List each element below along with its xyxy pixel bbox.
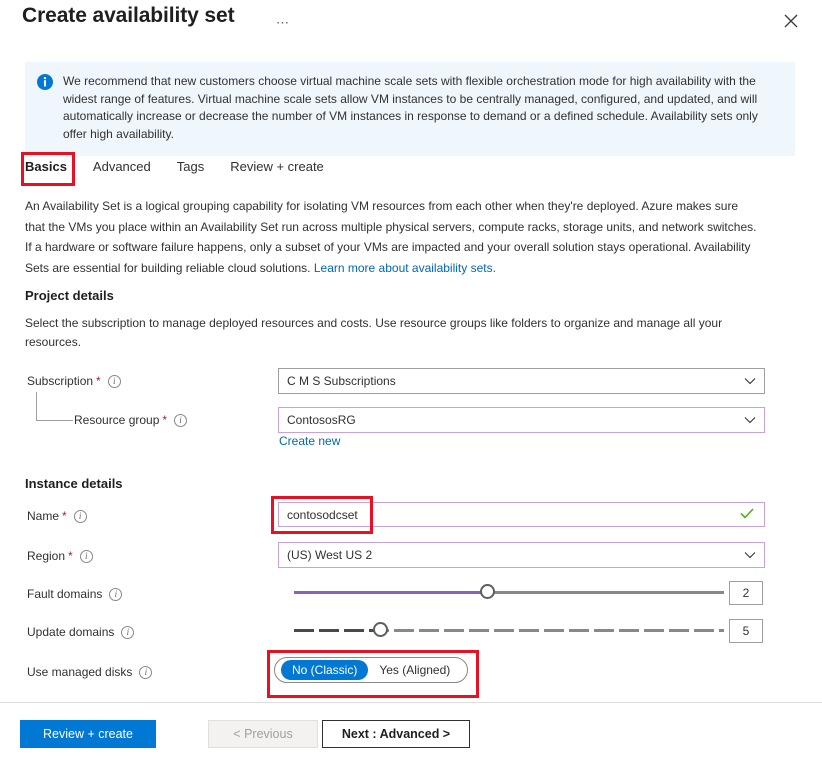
update-domains-value[interactable]: 5 [729, 619, 763, 643]
resource-group-label: Resource group * i [74, 413, 187, 427]
chevron-down-icon [744, 413, 756, 427]
availability-set-description: An Availability Set is a logical groupin… [25, 196, 760, 278]
create-new-resource-group-link[interactable]: Create new [279, 434, 340, 448]
resource-group-required-asterisk: * [162, 413, 167, 427]
subscription-resourcegroup-connector [36, 392, 73, 421]
name-label: Name * i [27, 509, 87, 523]
name-value: contosodcset [287, 508, 358, 522]
fault-domains-label: Fault domains i [27, 587, 122, 601]
create-availability-set-blade: Create availability set ⋯ We recommend t… [0, 0, 822, 778]
resource-group-dropdown[interactable]: ContososRG [278, 407, 765, 433]
project-details-heading: Project details [25, 288, 114, 303]
fault-domains-info-icon[interactable]: i [109, 588, 122, 601]
blade-header: Create availability set ⋯ [0, 0, 822, 48]
resource-group-value: ContososRG [287, 413, 356, 427]
update-domains-label: Update domains i [27, 625, 134, 639]
chevron-down-icon [744, 374, 756, 388]
recommendation-banner: We recommend that new customers choose v… [25, 62, 795, 156]
review-create-button[interactable]: Review + create [20, 720, 156, 748]
region-info-icon[interactable]: i [80, 550, 93, 563]
region-label: Region * i [27, 549, 93, 563]
update-domains-label-text: Update domains [27, 625, 114, 639]
name-input[interactable]: contosodcset [278, 502, 765, 527]
region-dropdown[interactable]: (US) West US 2 [278, 542, 765, 568]
close-icon[interactable] [776, 6, 806, 36]
use-managed-disks-label-text: Use managed disks [27, 665, 132, 679]
name-info-icon[interactable]: i [74, 510, 87, 523]
valid-check-icon [740, 508, 754, 522]
update-domains-info-icon[interactable]: i [121, 626, 134, 639]
info-icon [37, 74, 53, 90]
page-title: Create availability set [22, 4, 234, 28]
slider-fill [294, 591, 488, 594]
fault-domains-value[interactable]: 2 [729, 581, 763, 605]
region-required-asterisk: * [68, 549, 73, 563]
learn-more-link[interactable]: Learn more about availability sets. [314, 261, 496, 275]
fault-domains-label-text: Fault domains [27, 587, 102, 601]
tab-advanced[interactable]: Advanced [80, 157, 164, 180]
tab-basics[interactable]: Basics [25, 157, 80, 180]
name-label-text: Name [27, 509, 59, 523]
subscription-label-text: Subscription [27, 374, 93, 388]
managed-disks-option-no-classic[interactable]: No (Classic) [281, 660, 368, 680]
slider-thumb[interactable] [373, 622, 388, 637]
subscription-label: Subscription * i [27, 374, 121, 388]
subscription-info-icon[interactable]: i [108, 375, 121, 388]
next-advanced-button[interactable]: Next : Advanced > [322, 720, 470, 748]
instance-details-heading: Instance details [25, 476, 123, 491]
project-details-subtitle: Select the subscription to manage deploy… [25, 314, 748, 352]
use-managed-disks-label: Use managed disks i [27, 665, 152, 679]
tab-review-create[interactable]: Review + create [217, 157, 337, 180]
resource-group-info-icon[interactable]: i [174, 414, 187, 427]
update-domains-slider[interactable] [294, 619, 724, 641]
banner-text: We recommend that new customers choose v… [63, 73, 781, 143]
region-label-text: Region [27, 549, 65, 563]
use-managed-disks-toggle[interactable]: No (Classic) Yes (Aligned) [274, 657, 468, 683]
name-required-asterisk: * [62, 509, 67, 523]
subscription-required-asterisk: * [96, 374, 101, 388]
previous-button[interactable]: < Previous [208, 720, 318, 748]
managed-disks-option-yes-aligned[interactable]: Yes (Aligned) [368, 660, 461, 680]
chevron-down-icon [744, 548, 756, 562]
fault-domains-slider[interactable] [294, 581, 724, 603]
footer-divider [0, 702, 822, 703]
subscription-value: C M S Subscriptions [287, 374, 396, 388]
tab-list: Basics Advanced Tags Review + create [25, 157, 337, 180]
slider-thumb[interactable] [480, 584, 495, 599]
region-value: (US) West US 2 [287, 548, 372, 562]
resource-group-label-text: Resource group [74, 413, 159, 427]
more-commands-icon[interactable]: ⋯ [272, 12, 294, 32]
tab-tags[interactable]: Tags [164, 157, 217, 180]
use-managed-disks-info-icon[interactable]: i [139, 666, 152, 679]
slider-fill [294, 629, 380, 632]
subscription-dropdown[interactable]: C M S Subscriptions [278, 368, 765, 394]
